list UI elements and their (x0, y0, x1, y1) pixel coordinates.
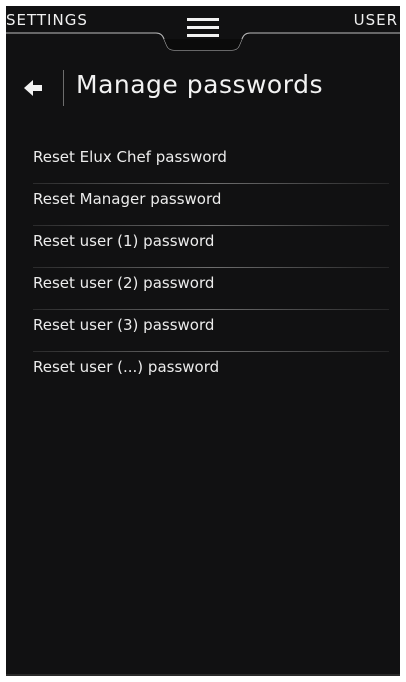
device-screen: SETTINGS USER Manage passwords Reset Elu… (6, 6, 400, 676)
header-divider (63, 70, 64, 106)
page-header: Manage passwords (6, 66, 400, 110)
reset-user-3-password-item[interactable]: Reset user (3) password (33, 310, 389, 352)
reset-user-more-password-item[interactable]: Reset user (...) password (33, 352, 389, 394)
reset-elux-chef-password-item[interactable]: Reset Elux Chef password (33, 142, 389, 184)
hamburger-menu-icon[interactable] (184, 15, 222, 39)
list-item-label: Reset user (2) password (33, 274, 215, 292)
list-item-label: Reset user (1) password (33, 232, 215, 250)
user-tab[interactable]: USER (354, 11, 398, 29)
reset-manager-password-item[interactable]: Reset Manager password (33, 184, 389, 226)
settings-tab[interactable]: SETTINGS (6, 11, 88, 29)
password-reset-list: Reset Elux Chef password Reset Manager p… (33, 142, 389, 394)
list-item-label: Reset Elux Chef password (33, 148, 227, 166)
bottom-edge (6, 674, 400, 676)
list-item-label: Reset user (3) password (33, 316, 215, 334)
reset-user-1-password-item[interactable]: Reset user (1) password (33, 226, 389, 268)
page-title: Manage passwords (76, 70, 323, 99)
list-item-label: Reset Manager password (33, 190, 222, 208)
list-item-label: Reset user (...) password (33, 358, 220, 376)
arrow-left-icon[interactable] (22, 76, 52, 100)
top-bar: SETTINGS USER (6, 6, 400, 52)
reset-user-2-password-item[interactable]: Reset user (2) password (33, 268, 389, 310)
